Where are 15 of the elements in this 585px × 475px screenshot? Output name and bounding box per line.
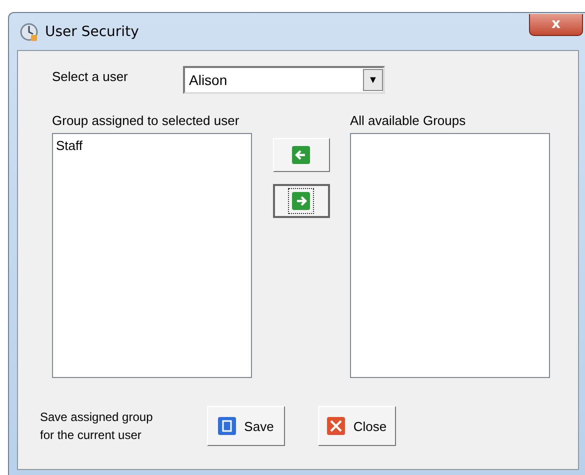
close-icon bbox=[327, 417, 346, 435]
move-left-button[interactable] bbox=[272, 138, 330, 172]
dropdown-caret[interactable]: ▼ bbox=[363, 69, 383, 91]
close-button[interactable]: Close bbox=[318, 406, 396, 446]
window-title: User Security bbox=[45, 24, 139, 40]
save-hint-text: Save assigned group for the current user bbox=[40, 409, 154, 444]
save-icon bbox=[218, 417, 236, 435]
save-button[interactable]: Save bbox=[207, 406, 285, 446]
clock-icon bbox=[19, 22, 39, 42]
group-item[interactable]: Staff bbox=[56, 138, 248, 153]
assigned-groups-label: Group assigned to selected user bbox=[52, 113, 240, 128]
move-right-button[interactable] bbox=[272, 184, 330, 218]
user-dropdown[interactable]: Alison ▼ bbox=[183, 66, 385, 94]
select-user-label: Select a user bbox=[52, 68, 129, 84]
available-groups-label: All available Groups bbox=[350, 113, 467, 128]
